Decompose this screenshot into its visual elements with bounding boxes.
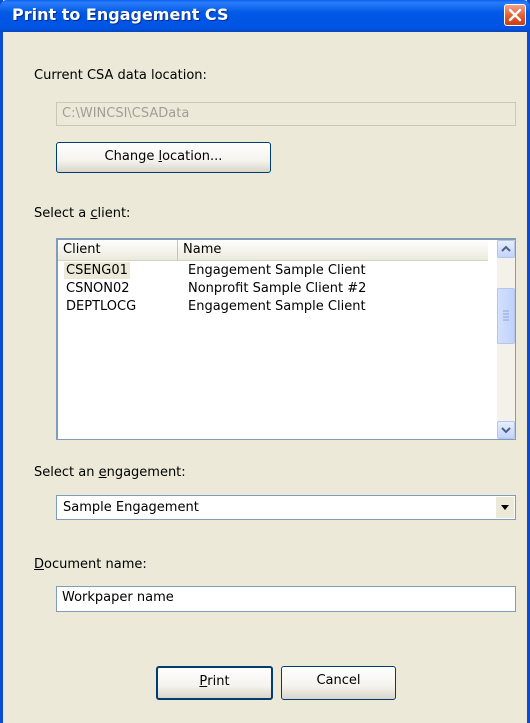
data-location-value: C:\WINCSI\CSAData [62,106,190,121]
print-button-label: Print [199,674,229,689]
engagement-dropdown-button[interactable] [495,497,514,518]
close-icon [508,8,522,22]
client-code: CSENG01 [64,262,130,279]
select-client-label-suffix: lient: [97,206,131,221]
column-header-name[interactable]: Name [178,240,488,260]
select-client-mnemonic: c [90,206,98,221]
cancel-button[interactable]: Cancel [281,666,396,700]
column-header-client[interactable]: Client [58,240,178,260]
data-location-field: C:\WINCSI\CSAData [56,102,516,126]
scroll-down-arrow-icon [501,427,511,434]
dropdown-arrow-icon [501,505,509,510]
change-location-label-suffix: ocation... [162,149,223,164]
title-bar[interactable]: Print to Engagement CS [0,0,530,32]
grip-icon [503,310,509,321]
document-name-mnemonic: D [34,557,45,572]
client-list[interactable]: Client Name CSENG01 Engagement Sample Cl… [56,238,516,440]
print-mnemonic: P [199,674,208,689]
scroll-up-arrow-icon [501,245,511,252]
client-name: Engagement Sample Client [188,299,366,314]
select-engagement-label: Select an engagement: [34,465,186,480]
client-list-header: Client Name [58,240,488,261]
client-row[interactable]: CSNON02 Nonprofit Sample Client #2 [58,280,488,297]
client-name: Engagement Sample Client [188,263,366,278]
client-code: CSNON02 [66,281,130,296]
data-location-label: Current CSA data location: [34,68,207,83]
scroll-down-button[interactable] [497,421,515,439]
select-engagement-label-suffix: ngagement: [106,465,186,480]
document-name-input[interactable]: Workpaper name [56,586,516,612]
client-row[interactable]: DEPTLOCG Engagement Sample Client [58,298,488,315]
change-location-label-prefix: Change [104,149,159,164]
document-name-value: Workpaper name [62,590,174,605]
engagement-value: Sample Engagement [63,500,199,515]
change-location-label: Change location... [105,149,223,164]
client-name: Nonprofit Sample Client #2 [188,281,367,296]
select-engagement-mnemonic: e [98,465,107,480]
client-list-scrollbar[interactable] [497,240,515,439]
scroll-up-button[interactable] [497,240,515,258]
client-row[interactable]: CSENG01 Engagement Sample Client [58,262,488,279]
document-name-label: Document name: [34,557,147,572]
cancel-button-label: Cancel [316,673,361,688]
print-button[interactable]: Print [156,666,273,700]
window-title: Print to Engagement CS [12,5,229,24]
print-label-suffix: rint [207,674,230,689]
select-engagement-label-prefix: Select an [34,465,99,480]
engagement-select[interactable]: Sample Engagement [56,495,516,520]
scroll-thumb[interactable] [497,288,515,344]
select-client-label-prefix: Select a [34,206,91,221]
select-client-label: Select a client: [34,206,130,221]
document-name-label-suffix: ocument name: [44,557,147,572]
client-code: DEPTLOCG [66,299,137,314]
print-dialog: Print to Engagement CS Current CSA data … [0,0,530,723]
close-button[interactable] [504,4,526,26]
change-location-button[interactable]: Change location... [56,142,271,173]
